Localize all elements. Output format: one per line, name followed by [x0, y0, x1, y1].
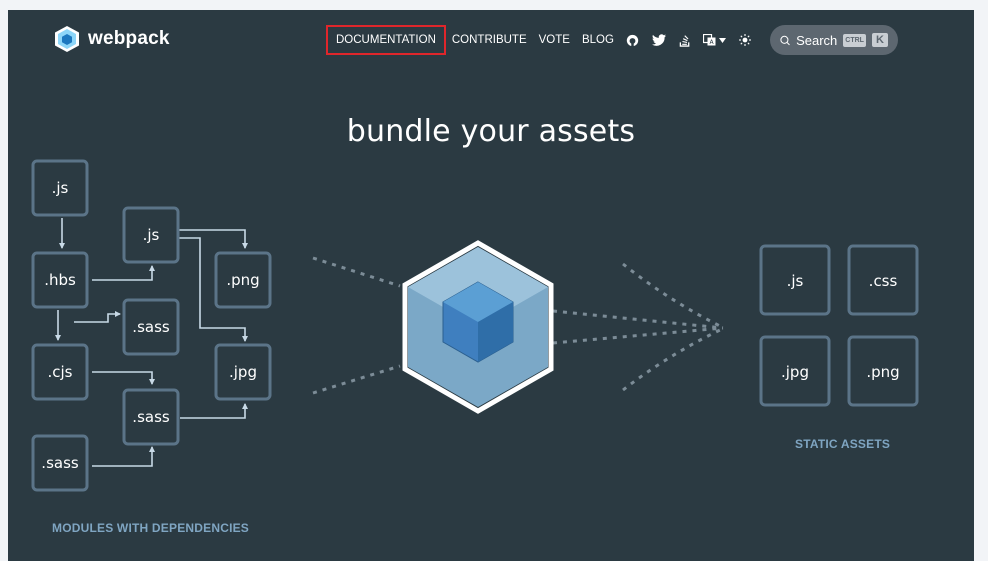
module-box: .png	[214, 251, 272, 309]
modules-caption: MODULES WITH DEPENDENCIES	[52, 521, 250, 535]
asset-label: .js	[787, 272, 804, 290]
webpack-homepage: webpack DOCUMENTATION CONTRIBUTE VOTE BL…	[8, 10, 974, 561]
module-box: .cjs	[31, 343, 89, 401]
module-boxes: .js .hbs .cjs .sass .js .sass .png .jpg …	[31, 159, 272, 492]
module-box: .jpg	[214, 343, 272, 401]
asset-label: .css	[869, 272, 898, 290]
asset-box: .jpg	[759, 335, 831, 407]
module-label: .cjs	[48, 363, 73, 381]
module-label: .png	[226, 271, 259, 289]
asset-label: .jpg	[781, 363, 809, 381]
module-label: .sass	[41, 454, 79, 472]
module-label: .js	[52, 179, 69, 197]
module-label: .sass	[132, 408, 170, 426]
module-box: .hbs	[31, 251, 89, 309]
asset-label: .png	[866, 363, 899, 381]
module-label: .js	[143, 226, 160, 244]
module-label: .jpg	[229, 363, 257, 381]
module-box: .sass	[31, 434, 89, 492]
asset-box: .js	[759, 244, 831, 316]
browser-strip	[0, 0, 988, 10]
assets-caption: STATIC ASSETS	[795, 437, 891, 451]
module-box: .sass	[122, 388, 180, 446]
module-box: .js	[122, 206, 180, 264]
module-box: .js	[31, 159, 89, 217]
webpack-cube-icon	[402, 240, 554, 414]
asset-boxes: .js .css .jpg .png	[759, 244, 919, 407]
module-label: .hbs	[44, 271, 76, 289]
asset-box: .png	[847, 335, 919, 407]
module-box: .sass	[122, 298, 180, 356]
module-label: .sass	[132, 318, 170, 336]
bundle-diagram: .js .hbs .cjs .sass .js .sass .png .jpg …	[31, 159, 919, 492]
asset-box: .css	[847, 244, 919, 316]
